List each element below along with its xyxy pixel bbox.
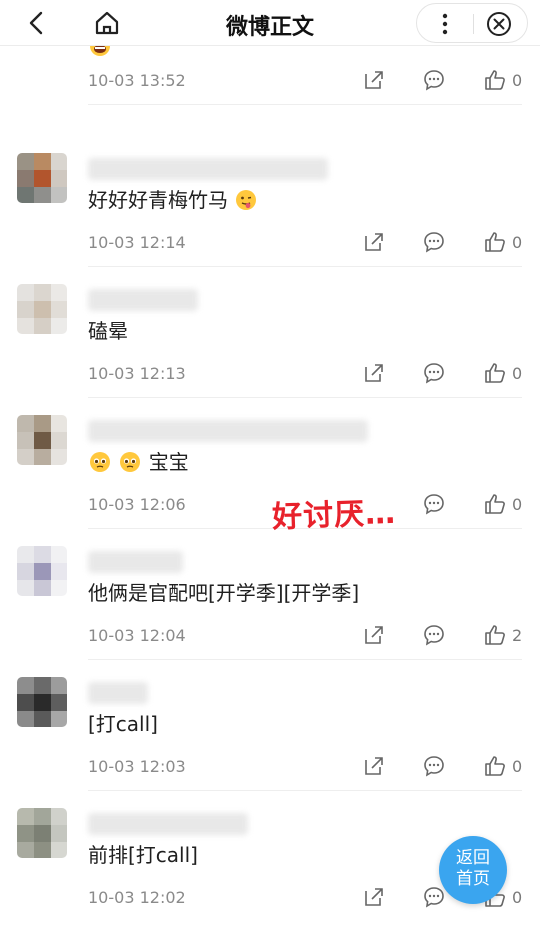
comment-time: 10-03 12:06: [88, 495, 186, 514]
top-nav-bar: 微博正文: [0, 0, 540, 46]
thumbs-up-icon[interactable]: [483, 623, 507, 647]
like-count: 0: [512, 888, 523, 907]
share-icon[interactable]: [362, 361, 386, 385]
like-count: 2: [512, 626, 523, 645]
avatar[interactable]: [17, 546, 67, 596]
capsule-divider: [473, 14, 474, 34]
comment-item: 磕晕 10-03 12:13 0: [0, 267, 540, 398]
comment-icon[interactable]: [422, 492, 446, 516]
comment-time: 10-03 12:03: [88, 757, 186, 776]
username[interactable]: [88, 682, 148, 704]
share-icon[interactable]: [362, 885, 386, 909]
avatar[interactable]: [17, 677, 67, 727]
share-icon[interactable]: [362, 230, 386, 254]
annotation-text: 好讨厌…: [271, 495, 397, 536]
share-icon[interactable]: [362, 623, 386, 647]
return-home-line2: 首页: [456, 869, 490, 889]
comment-time: 10-03 12:04: [88, 626, 186, 645]
comment-time: 10-03 13:52: [88, 71, 186, 90]
comment-icon[interactable]: [422, 754, 446, 778]
comment-text: 宝宝: [88, 448, 189, 476]
pleading-emoji-icon: [90, 452, 110, 472]
return-home-button[interactable]: 返回 首页: [439, 836, 507, 904]
tongue-emoji-icon: [236, 190, 257, 210]
avatar[interactable]: [17, 284, 67, 334]
username[interactable]: [88, 420, 368, 442]
like-count: 0: [512, 233, 523, 252]
like-count: 0: [512, 71, 523, 90]
close-circle-icon[interactable]: [483, 8, 515, 40]
chevron-left-icon[interactable]: [22, 8, 52, 38]
comment-text: 磕晕: [88, 319, 128, 343]
comment-icon[interactable]: [422, 623, 446, 647]
more-vertical-icon[interactable]: [429, 8, 461, 40]
comment-item: [打call] 10-03 12:03 0: [0, 660, 540, 791]
username[interactable]: [88, 813, 248, 835]
pleading-emoji-icon: [120, 452, 141, 472]
share-icon[interactable]: [362, 68, 386, 92]
comment-text: 好好好青梅竹马: [88, 186, 258, 214]
comment-item: 好好好青梅竹马 10-03 12:14 0: [0, 136, 540, 267]
comment-icon[interactable]: [422, 361, 446, 385]
share-icon[interactable]: [362, 754, 386, 778]
home-icon[interactable]: [92, 8, 122, 38]
username[interactable]: [88, 158, 328, 180]
comment-text: 前排[打call]: [88, 843, 198, 867]
divider: [88, 104, 522, 105]
thumbs-up-icon[interactable]: [483, 230, 507, 254]
like-count: 0: [512, 757, 523, 776]
comment-text: [打call]: [88, 712, 158, 736]
username[interactable]: [88, 551, 183, 573]
comment-time: 10-03 12:14: [88, 233, 186, 252]
comment-item: 宝宝 10-03 12:06 0: [0, 398, 540, 529]
thumbs-up-icon[interactable]: [483, 361, 507, 385]
thumbs-up-icon[interactable]: [483, 754, 507, 778]
like-count: 0: [512, 495, 523, 514]
comment-text: 他俩是官配吧[开学季][开学季]: [88, 581, 360, 605]
mini-program-capsule: [416, 3, 528, 43]
avatar[interactable]: [17, 808, 67, 858]
like-count: 0: [512, 364, 523, 383]
return-home-line1: 返回: [456, 848, 490, 868]
comment-time: 10-03 12:02: [88, 888, 186, 907]
avatar[interactable]: [17, 153, 67, 203]
comment-item: 他俩是官配吧[开学季][开学季] 10-03 12:04 2: [0, 529, 540, 660]
comment-icon[interactable]: [422, 230, 446, 254]
avatar[interactable]: [17, 415, 67, 465]
comment-time: 10-03 12:13: [88, 364, 186, 383]
thumbs-up-icon[interactable]: [483, 492, 507, 516]
comment-icon[interactable]: [422, 68, 446, 92]
username[interactable]: [88, 289, 198, 311]
thumbs-up-icon[interactable]: [483, 68, 507, 92]
